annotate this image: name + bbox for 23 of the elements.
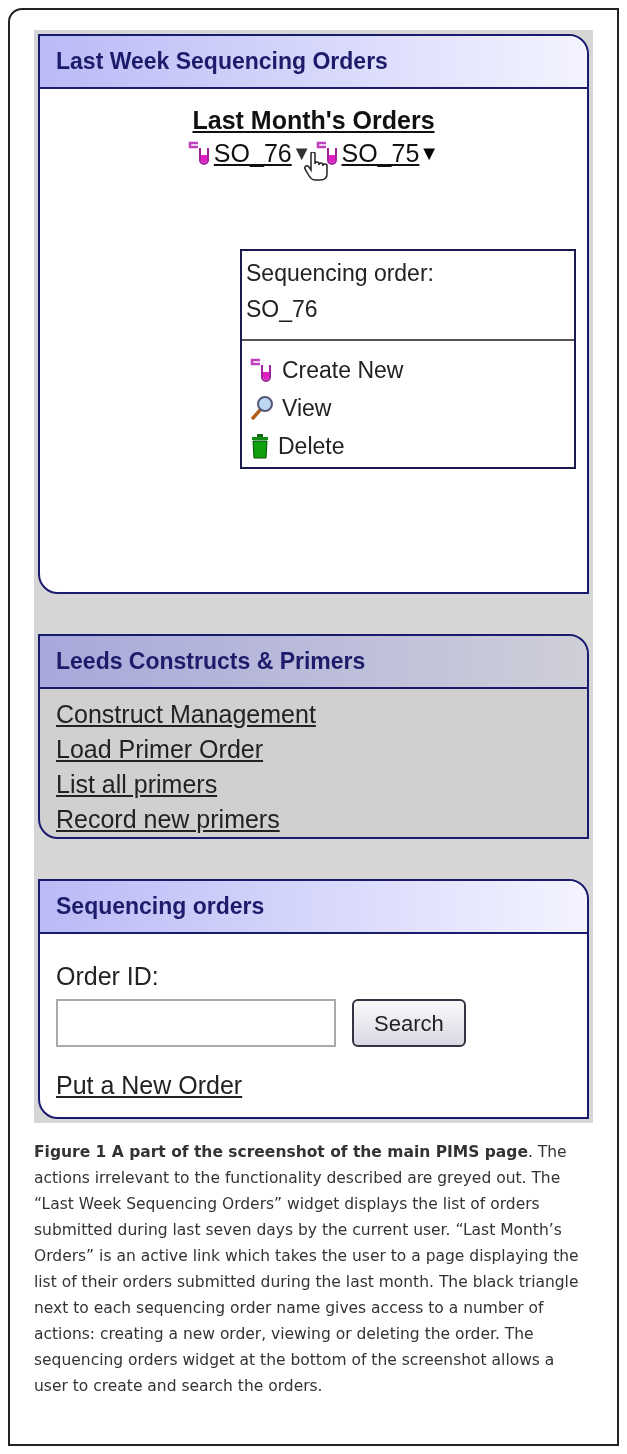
tube-icon	[250, 356, 274, 383]
tube-icon	[187, 140, 212, 167]
figure-caption: Figure 1 A part of the screenshot of the main PIMS page. The actions irrelevant to the functionality described are greyed out. The “Last Week Sequencing Orders” widget displays the list of orders submitted during last seven days by the current user. “Last Month’s Orders” is an active link which takes the user to a page displaying the list of their orders submitted during the last month. The black triangle next to each sequencing order name gives access to a number of actions: creating a new order, viewing or deleting the order. The sequencing orders widget at the bottom of the screenshot allows a user to create and search the orders.	[34, 1142, 580, 1397]
panel-header: Sequencing orders	[40, 881, 587, 934]
trash-icon	[250, 432, 270, 459]
menu-item[interactable]: Create New	[250, 352, 566, 387]
search-button[interactable]: Search	[352, 999, 466, 1047]
menu-item[interactable]: Delete	[250, 428, 566, 463]
tube-icon	[315, 140, 340, 167]
dropdown-triangle[interactable]: ▼	[419, 140, 440, 166]
panel-header: Last Week Sequencing Orders	[40, 36, 587, 89]
menu-item[interactable]: View	[250, 390, 566, 425]
menu-order-name: SO_76	[246, 294, 319, 324]
menu-heading: Sequencing order:	[246, 258, 435, 288]
dropdown-triangle[interactable]: ▼	[291, 140, 312, 166]
month-orders-link[interactable]: Last Month's Orders	[192, 104, 435, 136]
new-order-link[interactable]: Put a New Order	[56, 1067, 243, 1105]
order-id-field[interactable]	[56, 999, 336, 1047]
order-link[interactable]: SO_76	[213, 137, 292, 169]
field-label: Order ID:	[56, 960, 160, 992]
magnifier-icon	[250, 394, 274, 421]
panel-header: Leeds Constructs & Primers	[40, 636, 587, 689]
order-link[interactable]: SO_75	[341, 137, 420, 169]
